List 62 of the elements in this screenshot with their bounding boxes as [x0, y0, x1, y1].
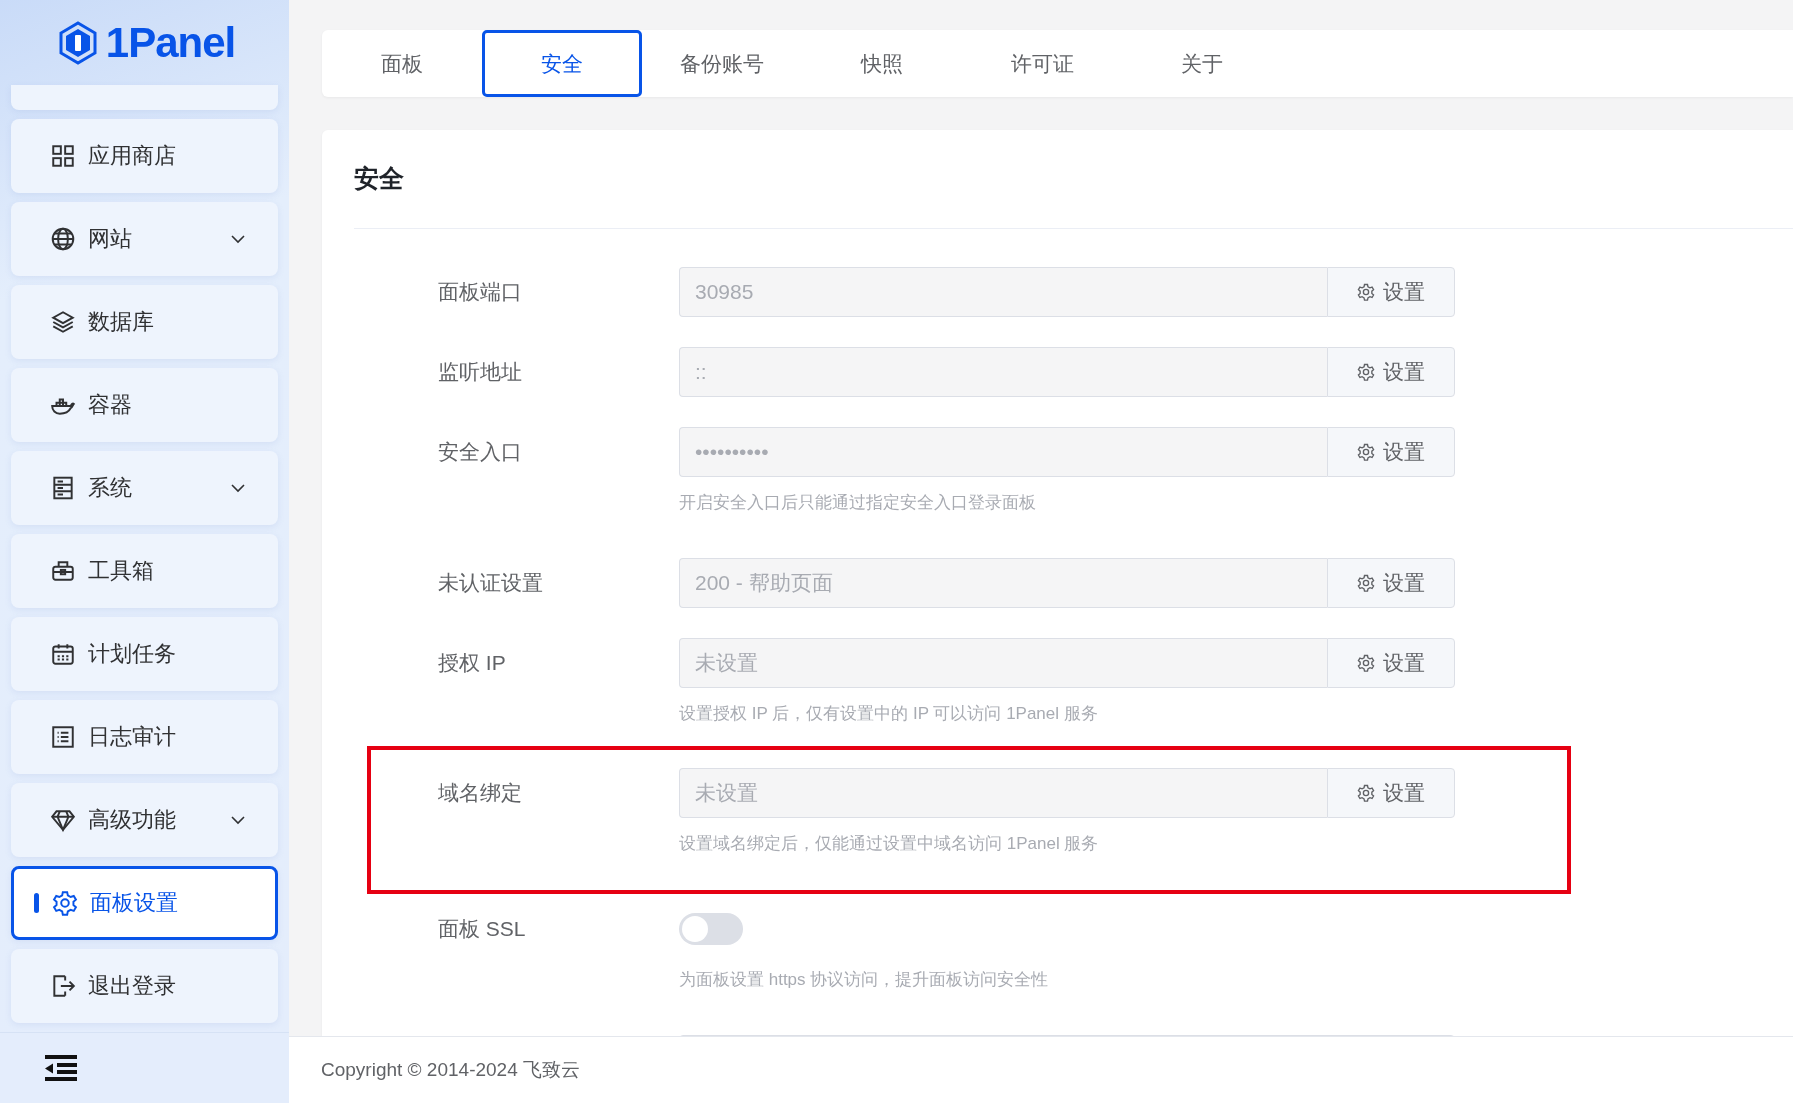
tab[interactable]: 安全 — [482, 30, 642, 97]
settings-icon — [1357, 574, 1375, 592]
settings-button[interactable]: 设置 — [1327, 267, 1455, 317]
menu-icon — [50, 807, 76, 833]
tab[interactable]: 面板 — [322, 30, 482, 97]
sidebar-item[interactable]: 面板设置 — [11, 866, 278, 940]
field-hint: 设置授权 IP 后，仅有设置中的 IP 可以访问 1Panel 服务 — [678, 703, 1099, 725]
field-label: 域名绑定 — [438, 780, 523, 806]
menu-icon — [50, 558, 76, 584]
input-field[interactable]: 未设置 — [679, 768, 1327, 818]
field-label: 监听地址 — [438, 359, 523, 385]
toggle-switch[interactable] — [679, 913, 743, 945]
logo-icon — [57, 20, 98, 65]
menu-icon — [50, 226, 76, 252]
field-label: 安全入口 — [438, 439, 523, 465]
settings-button[interactable]: 设置 — [1327, 347, 1455, 397]
active-indicator — [34, 893, 39, 913]
field-label: 未认证设置 — [438, 570, 544, 596]
chevron-down-icon — [230, 483, 246, 493]
menu-icon — [50, 309, 76, 335]
field-label: 面板 SSL — [438, 916, 527, 942]
settings-icon — [1357, 784, 1375, 802]
menu-collapse-icon[interactable] — [45, 1055, 77, 1081]
sidebar-item[interactable]: 系统 — [11, 451, 278, 525]
field-label: 授权 IP — [438, 650, 507, 676]
sidebar-item[interactable]: 计划任务 — [11, 617, 278, 691]
tab[interactable]: 快照 — [802, 30, 962, 97]
chevron-down-icon — [230, 815, 246, 825]
settings-icon — [1357, 363, 1375, 381]
field-label: 面板端口 — [438, 279, 523, 305]
field-hint: 开启安全入口后只能通过指定安全入口登录面板 — [678, 492, 1037, 514]
sidebar-item[interactable]: 高级功能 — [11, 783, 278, 857]
tab[interactable]: 许可证 — [962, 30, 1122, 97]
settings-icon — [1357, 654, 1375, 672]
logo-text: 1Panel — [105, 18, 236, 67]
settings-button[interactable]: 设置 — [1327, 768, 1455, 818]
settings-button[interactable]: 设置 — [1327, 558, 1455, 608]
sidebar-item[interactable]: 退出登录 — [11, 949, 278, 1023]
tab[interactable]: 备份账号 — [642, 30, 802, 97]
input-field[interactable]: 未设置 — [679, 638, 1327, 688]
field-hint: 设置域名绑定后，仅能通过设置中域名访问 1Panel 服务 — [678, 833, 1100, 855]
sidebar-item[interactable]: 容器 — [11, 368, 278, 442]
settings-button[interactable]: 设置 — [1327, 638, 1455, 688]
menu-icon — [50, 641, 76, 667]
sidebar-item[interactable]: 应用商店 — [11, 119, 278, 193]
copyright-text: Copyright © 2014-2024 飞致云 — [321, 1058, 580, 1082]
settings-icon — [1357, 443, 1375, 461]
menu-icon — [50, 724, 76, 750]
field-hint: 为面板设置 https 协议访问，提升面板访问安全性 — [678, 969, 1050, 991]
menu-icon — [52, 890, 78, 916]
sidebar-item[interactable]: 数据库 — [11, 285, 278, 359]
sidebar-item[interactable]: 日志审计 — [11, 700, 278, 774]
section-title: 安全 — [354, 163, 405, 194]
tab[interactable]: 关于 — [1122, 30, 1282, 97]
menu-icon — [50, 475, 76, 501]
sidebar-item[interactable]: 网站 — [11, 202, 278, 276]
sidebar-item[interactable]: 工具箱 — [11, 534, 278, 608]
settings-button[interactable]: 设置 — [1327, 427, 1455, 477]
menu-icon — [50, 973, 76, 999]
menu-icon — [50, 143, 76, 169]
chevron-down-icon — [230, 234, 246, 244]
settings-icon — [1357, 283, 1375, 301]
